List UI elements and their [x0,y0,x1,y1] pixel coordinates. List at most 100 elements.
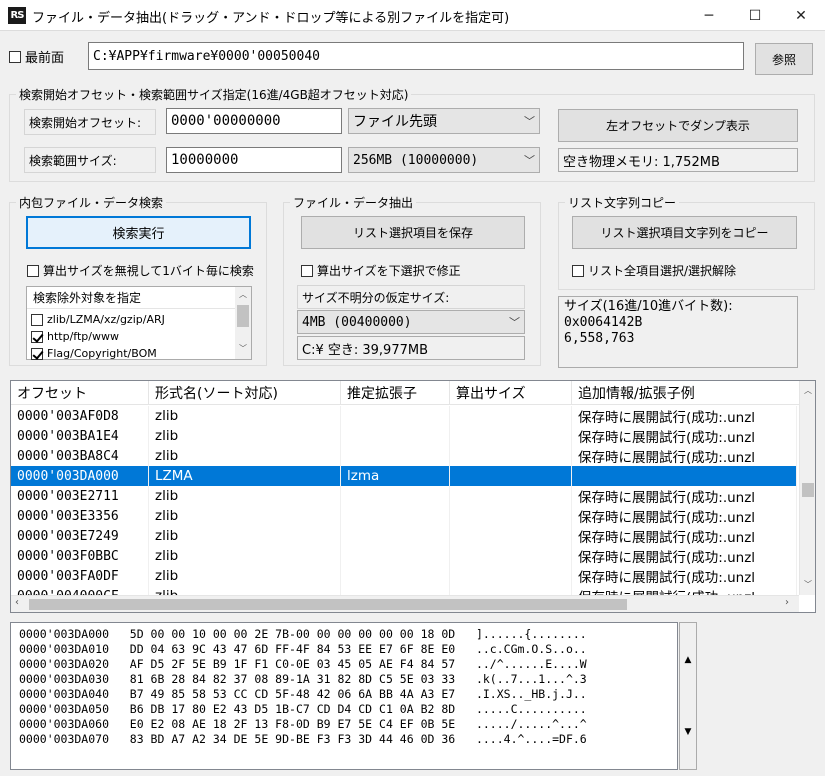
scroll-thumb[interactable] [802,483,814,497]
window-title: ファイル・データ抽出(ドラッグ・アンド・ドロップ等による別ファイルを指定可) [32,11,510,26]
list-hscrollbar[interactable]: ‹ › [11,595,799,612]
table-cell: zlib [149,406,341,426]
exclude-item-zlib[interactable]: zlib/LZMA/xz/gzip/ARJ [31,313,165,326]
byte-search-checkbox[interactable]: 算出サイズを無視して1バイト毎に検索 [27,262,254,279]
table-cell: 0000'003DA000 [11,466,149,486]
size-info-dec: 6,558,763 [564,331,635,346]
column-format[interactable]: 形式名(ソート対応) [149,381,341,404]
size-info-display: サイズ(16進/10進バイト数): 0x0064142B 6,558,763 [558,296,798,368]
table-row[interactable]: 0000'003E7249 zlib 保存時に展開試行(成功:.unzl [11,526,797,546]
hex-line: 0000'003DA060 E0 E2 08 AE 18 2F 13 F8-0D… [19,717,587,731]
column-info[interactable]: 追加情報/拡張子例 [572,381,801,404]
scroll-up-icon[interactable]: ︿ [800,385,815,396]
result-list[interactable]: オフセット 形式名(ソート対応) 推定拡張子 算出サイズ 追加情報/拡張子例 0… [10,380,816,613]
table-cell [572,466,797,486]
list-header: オフセット 形式名(ソート対応) 推定拡張子 算出サイズ 追加情報/拡張子例 [11,381,801,405]
list-vscrollbar[interactable]: ︿ ﹀ [799,381,815,595]
range-size-label: 検索範囲サイズ: [24,147,156,173]
browse-button[interactable]: 参照 [755,43,813,75]
table-cell [341,446,450,466]
table-cell: 保存時に展開試行(成功:.unzl [572,546,797,566]
table-cell: zlib [149,446,341,466]
search-range-group-title: 検索開始オフセット・検索範囲サイズ指定(16進/4GB超オフセット対応) [16,86,412,103]
hex-line: 0000'003DA010 DD 04 63 9C 43 47 6D FF-4F… [19,642,587,656]
dump-offset-button[interactable]: 左オフセットでダンプ表示 [558,109,798,142]
table-cell [450,466,572,486]
select-all-label: リスト全項目選択/選択解除 [588,264,737,278]
checkbox-box [31,330,43,343]
table-cell: 保存時に展開試行(成功:.unzl [572,426,797,446]
close-button[interactable]: ✕ [778,0,824,31]
copy-group-title: リスト文字列コピー [565,194,680,211]
checkbox-box [27,264,39,277]
column-offset[interactable]: オフセット [11,381,149,404]
scroll-down-icon[interactable]: ▼ [680,727,696,737]
scroll-right-icon[interactable]: › [785,597,789,608]
table-cell [341,406,450,426]
range-size-value: 256MB (10000000) [353,152,479,168]
table-row[interactable]: 0000'003E3356 zlib 保存時に展開試行(成功:.unzl [11,506,797,526]
checkbox-box [572,264,584,277]
select-all-checkbox[interactable]: リスト全項目選択/選択解除 [572,262,736,279]
start-base-select[interactable]: ファイル先頭 ﹀ [348,108,540,134]
scroll-down-icon[interactable]: ﹀ [800,579,815,590]
hex-line: 0000'003DA070 83 BD A7 A2 34 DE 5E 9D-BE… [19,732,587,746]
table-cell [341,546,450,566]
table-cell: 0000'003E2711 [11,486,149,506]
save-selected-button[interactable]: リスト選択項目を保存 [301,216,525,249]
scroll-up-icon[interactable]: ▲ [680,655,696,665]
table-cell: 0000'003F0BBC [11,546,149,566]
fix-size-checkbox[interactable]: 算出サイズを下選択で修正 [301,262,461,279]
chevron-down-icon: ﹀ [524,115,535,128]
table-row[interactable]: 0000'003AF0D8 zlib 保存時に展開試行(成功:.unzl [11,406,797,426]
scroll-thumb[interactable] [29,599,627,610]
topmost-checkbox[interactable]: 最前面 [9,47,64,66]
table-row[interactable]: 0000'003BA8C4 zlib 保存時に展開試行(成功:.unzl [11,446,797,466]
scroll-up-icon[interactable]: ︿ [235,289,251,301]
scroll-thumb[interactable] [237,305,249,327]
table-row[interactable]: 0000'003DA000 LZMA lzma [11,466,797,486]
exclude-list-scrollbar[interactable]: ︿ ﹀ [235,287,251,359]
hex-line: 0000'003DA040 B7 49 85 58 53 CC CD 5F-48… [19,687,587,701]
column-size[interactable]: 算出サイズ [450,381,572,404]
table-cell: 0000'003BA8C4 [11,446,149,466]
byte-search-label: 算出サイズを無視して1バイト毎に検索 [43,264,254,278]
hex-scrollbar[interactable]: ▲ ▼ [679,622,697,770]
table-cell: 0000'003E7249 [11,526,149,546]
table-cell: zlib [149,486,341,506]
copy-selected-button[interactable]: リスト選択項目文字列をコピー [572,216,797,249]
maximize-button[interactable]: ☐ [732,0,778,31]
table-cell [341,566,450,586]
exclude-item-flag[interactable]: Flag/Copyright/BOM [31,347,157,360]
search-run-button[interactable]: 検索実行 [26,216,251,249]
table-row[interactable]: 0000'003E2711 zlib 保存時に展開試行(成功:.unzl [11,486,797,506]
table-cell: zlib [149,546,341,566]
assumed-size-select[interactable]: 4MB (00400000) ﹀ [297,310,525,334]
table-cell: LZMA [149,466,341,486]
table-row[interactable]: 0000'003F0BBC zlib 保存時に展開試行(成功:.unzl [11,546,797,566]
exclude-item-http[interactable]: http/ftp/www [31,330,119,343]
exclude-item-label: http/ftp/www [47,330,119,343]
table-row[interactable]: 0000'003BA1E4 zlib 保存時に展開試行(成功:.unzl [11,426,797,446]
exclude-item-label: Flag/Copyright/BOM [47,347,157,360]
table-row[interactable]: 0000'003FA0DF zlib 保存時に展開試行(成功:.unzl [11,566,797,586]
range-size-input[interactable]: 10000000 [166,147,342,173]
hex-dump-view[interactable]: 0000'003DA000 5D 00 00 10 00 00 2E 7B-00… [10,622,678,770]
scroll-left-icon[interactable]: ‹ [15,597,19,608]
file-path-input[interactable]: C:¥APP¥firmware¥0000'00050040 [88,42,744,70]
scroll-down-icon[interactable]: ﹀ [235,343,251,355]
start-offset-input[interactable]: 0000'00000000 [166,108,342,134]
range-size-select[interactable]: 256MB (10000000) ﹀ [348,147,540,173]
assumed-size-value: 4MB (00400000) [302,314,412,330]
table-cell [450,486,572,506]
hex-line: 0000'003DA030 81 6B 28 84 82 37 08 89-1A… [19,672,587,686]
minimize-button[interactable]: ─ [686,0,732,31]
table-cell [450,406,572,426]
title-bar: RS ファイル・データ抽出(ドラッグ・アンド・ドロップ等による別ファイルを指定可… [0,0,825,31]
fix-size-label: 算出サイズを下選択で修正 [317,264,461,278]
column-extension[interactable]: 推定拡張子 [341,381,450,404]
table-cell: 0000'003BA1E4 [11,426,149,446]
table-cell [450,426,572,446]
table-cell [450,526,572,546]
table-cell: 保存時に展開試行(成功:.unzl [572,486,797,506]
